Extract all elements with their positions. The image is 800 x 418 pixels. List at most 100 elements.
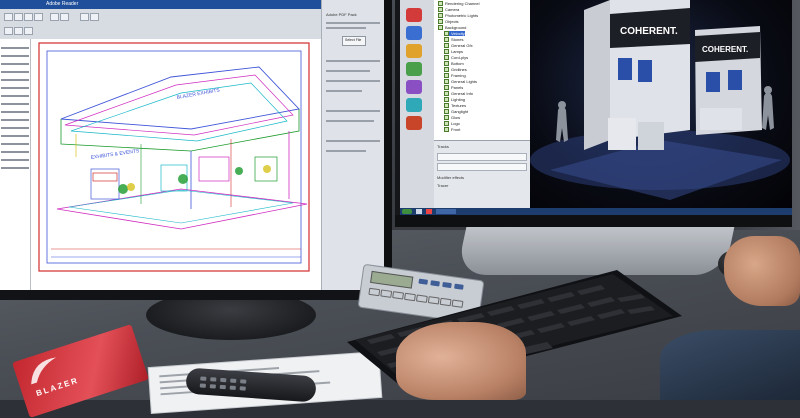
tree-item[interactable]: Stones	[444, 37, 463, 42]
tree-item-selected[interactable]: Velocity	[444, 31, 465, 36]
tree-item[interactable]: Gridlines	[444, 67, 467, 72]
cad-sign-text-upper: BLAZER EXHIBITS	[176, 87, 221, 101]
scene-tool-icon[interactable]	[406, 98, 422, 112]
tree-item[interactable]: Textures	[444, 103, 466, 108]
booth-render-viewport[interactable]: COHERENT. COHERENT.	[530, 0, 792, 208]
tree-item[interactable]: Cord-plys	[444, 55, 468, 60]
timeline-tracks-label: Tracks	[437, 144, 449, 149]
toolbar-save-icon[interactable]	[14, 13, 23, 21]
bookmark-row[interactable]	[1, 55, 29, 57]
tree-item[interactable]: Ganglight	[444, 109, 468, 114]
tree-item[interactable]: General Info	[444, 91, 473, 96]
toolbar-select-icon[interactable]	[14, 27, 23, 35]
booth-display-screen	[706, 72, 720, 92]
panel-text-line	[326, 80, 380, 82]
tree-item-label: Stones	[451, 37, 464, 42]
tree-item[interactable]: Lighting	[444, 97, 465, 102]
bookmark-row[interactable]	[1, 103, 29, 105]
timeline-track[interactable]	[437, 163, 527, 171]
animation-tool-icon[interactable]	[406, 116, 422, 130]
tree-item[interactable]: Camera	[438, 7, 459, 12]
toolbar-prev-page-icon[interactable]	[50, 13, 59, 21]
bookmark-row[interactable]	[1, 119, 29, 121]
panel-text-line	[326, 27, 366, 29]
booth-display-screen	[618, 58, 632, 80]
remote-button[interactable]	[220, 377, 227, 383]
tree-item[interactable]: Objects	[438, 19, 459, 24]
tree-item[interactable]: Background	[438, 25, 466, 30]
bookmark-row[interactable]	[1, 95, 29, 97]
tree-item[interactable]: Glow	[444, 115, 460, 120]
remote-button[interactable]	[230, 378, 237, 383]
tree-item[interactable]: Logo	[444, 121, 460, 126]
bookmark-row[interactable]	[1, 135, 29, 137]
toolbar-email-icon[interactable]	[34, 13, 43, 21]
booth-counter	[700, 108, 742, 130]
left-monitor-bezel	[0, 290, 392, 300]
toolbar-comment-icon[interactable]	[24, 27, 33, 35]
light-tool-icon[interactable]	[406, 44, 422, 58]
bookmark-row[interactable]	[1, 159, 29, 161]
toolbar-hand-icon[interactable]	[4, 27, 13, 35]
render-tool-icon[interactable]	[406, 8, 422, 22]
toolbar-next-page-icon[interactable]	[60, 13, 69, 21]
tree-item[interactable]: General Gfx	[444, 43, 473, 48]
bookmark-row[interactable]	[1, 167, 29, 169]
select-file-button[interactable]: Select File	[342, 36, 366, 46]
remote-button[interactable]	[239, 386, 246, 391]
tree-item-label: Framing	[451, 73, 466, 78]
cad-drawing-canvas[interactable]: BLAZER EXHIBITS EXHIBITS & EVENTS	[31, 39, 321, 290]
bookmark-row[interactable]	[1, 47, 29, 49]
bookmark-row[interactable]	[1, 127, 29, 129]
panel-text-line	[326, 90, 362, 92]
bookmark-row[interactable]	[1, 63, 29, 65]
bookmark-row[interactable]	[1, 151, 29, 153]
remote-button[interactable]	[209, 384, 216, 389]
object-tool-icon[interactable]	[406, 80, 422, 94]
bookmark-row[interactable]	[1, 87, 29, 89]
tree-item[interactable]: General Lights	[444, 79, 477, 84]
remote-button[interactable]	[219, 384, 226, 390]
scene-tree-panel: Rendering Channel Camera Photometric Lig…	[434, 0, 531, 140]
right-monitor-stand	[456, 220, 736, 275]
remote-button[interactable]	[240, 379, 247, 384]
tree-item-label: Ganglight	[451, 109, 469, 114]
remote-button[interactable]	[210, 377, 217, 382]
timeline-track[interactable]	[437, 153, 527, 161]
left-monitor-screen: Adobe Reader BLAZER EXHIBITS EXHIBITS & …	[0, 0, 384, 290]
tree-item[interactable]: Framing	[444, 73, 466, 78]
bookmark-row[interactable]	[1, 143, 29, 145]
taskbar-app-icon[interactable]	[426, 209, 432, 214]
tree-item[interactable]: Bottom	[444, 61, 464, 66]
right-hand	[724, 236, 800, 306]
material-tool-icon[interactable]	[406, 62, 422, 76]
tree-item[interactable]: Rendering Channel	[438, 1, 479, 6]
tree-item[interactable]: Front	[444, 127, 460, 132]
taskbar-window-button[interactable]	[436, 209, 456, 214]
camera-tool-icon[interactable]	[406, 26, 422, 40]
tree-item[interactable]: Photometric Lights	[438, 13, 478, 18]
shirt-sleeve	[660, 330, 800, 400]
remote-button[interactable]	[200, 376, 207, 381]
toolbar-open-icon[interactable]	[4, 13, 13, 21]
tree-item-label: Logo	[451, 121, 460, 126]
left-window-title: Adobe Reader	[46, 1, 79, 7]
left-monitor: Adobe Reader BLAZER EXHIBITS EXHIBITS & …	[0, 0, 392, 300]
bookmark-row[interactable]	[1, 79, 29, 81]
windows-taskbar	[400, 208, 792, 215]
taskbar-app-icon[interactable]	[416, 209, 422, 214]
right-monitor-bezel	[395, 215, 792, 227]
human-figure	[556, 106, 568, 142]
toolbar-print-icon[interactable]	[24, 13, 33, 21]
tree-item[interactable]: Lamps	[444, 49, 463, 54]
panel-text-line	[326, 110, 380, 112]
toolbar-zoom-in-icon[interactable]	[90, 13, 99, 21]
bookmark-row[interactable]	[1, 71, 29, 73]
remote-button[interactable]	[229, 385, 236, 390]
start-button[interactable]	[402, 209, 412, 214]
remote-button[interactable]	[199, 383, 206, 388]
tree-item[interactable]: Panels	[444, 85, 463, 90]
bookmark-row[interactable]	[1, 111, 29, 113]
booth-brand-text: COHERENT.	[620, 26, 678, 37]
toolbar-zoom-out-icon[interactable]	[80, 13, 89, 21]
